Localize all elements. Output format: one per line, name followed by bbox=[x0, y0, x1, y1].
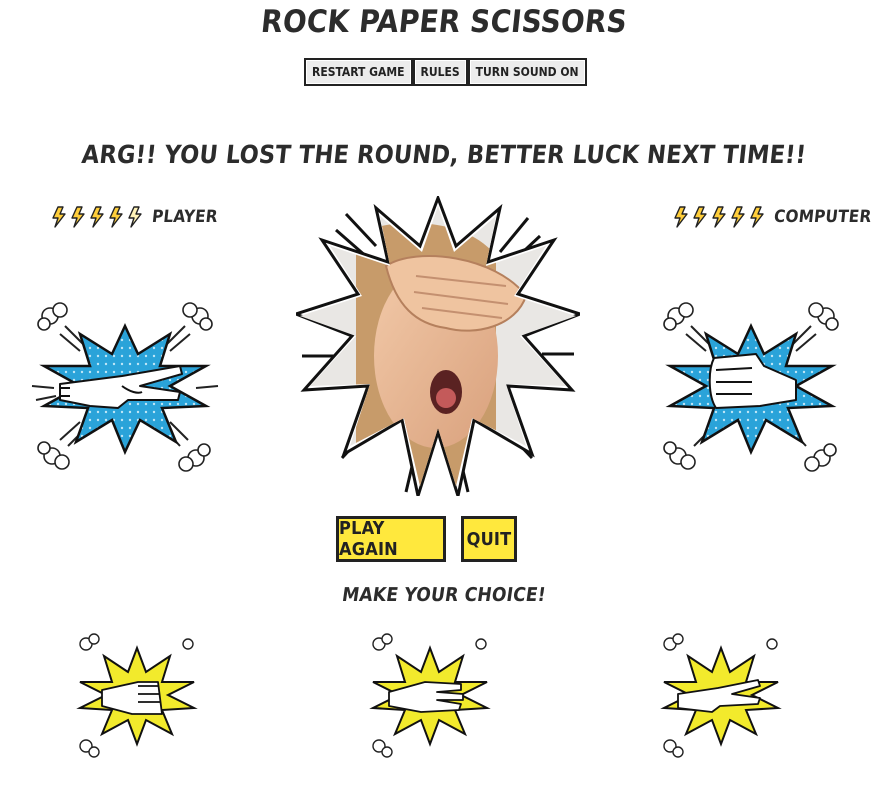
choice-prompt: MAKE YOUR CHOICE! bbox=[340, 584, 548, 606]
computer-lives bbox=[672, 206, 766, 228]
lightning-bolt-icon bbox=[109, 206, 123, 228]
lightning-bolt-icon bbox=[712, 206, 726, 228]
lightning-bolt-icon bbox=[731, 206, 745, 228]
player-label: PLAYER bbox=[150, 207, 219, 227]
choose-scissors-button[interactable] bbox=[656, 630, 786, 760]
play-again-button[interactable]: PLAY AGAIN bbox=[336, 516, 446, 562]
sound-toggle-button[interactable]: TURN SOUND ON bbox=[467, 58, 587, 86]
choose-paper-button[interactable] bbox=[365, 630, 495, 760]
lightning-bolt-icon bbox=[693, 206, 707, 228]
lightning-bolt-icon bbox=[52, 206, 66, 228]
rules-button[interactable]: RULES bbox=[412, 58, 468, 86]
round-result-message: ARG!! YOU LOST THE ROUND, BETTER LUCK NE… bbox=[80, 140, 808, 169]
game-title: ROCK PAPER SCISSORS bbox=[259, 4, 629, 40]
lightning-bolt-icon bbox=[90, 206, 104, 228]
player-score: PLAYER bbox=[50, 206, 219, 228]
lightning-bolt-icon bbox=[674, 206, 688, 228]
player-lives bbox=[50, 206, 144, 228]
top-menu: RESTART GAME RULES TURN SOUND ON bbox=[304, 58, 587, 86]
lightning-bolt-icon bbox=[128, 206, 142, 228]
quit-button[interactable]: QUIT bbox=[461, 516, 517, 562]
computer-label: COMPUTER bbox=[772, 207, 873, 227]
computer-hand-rock-icon bbox=[663, 302, 839, 472]
lightning-bolt-icon bbox=[71, 206, 85, 228]
facepalm-image bbox=[296, 196, 580, 496]
player-hand-scissors-icon bbox=[31, 302, 219, 472]
lightning-bolt-icon bbox=[750, 206, 764, 228]
restart-game-button[interactable]: RESTART GAME bbox=[304, 58, 413, 86]
choose-rock-button[interactable] bbox=[72, 630, 202, 760]
computer-score: COMPUTER bbox=[672, 206, 873, 228]
